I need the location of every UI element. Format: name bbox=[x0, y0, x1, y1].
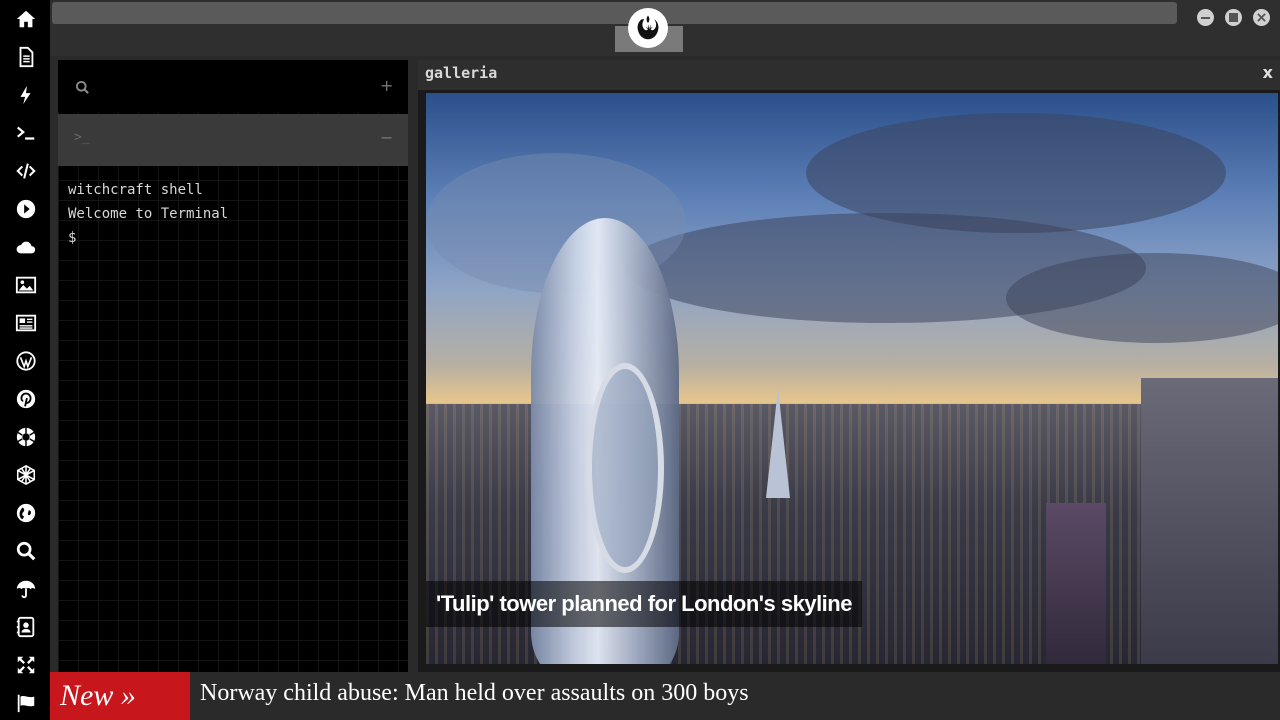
terminal-panel: + >_ − witchcraft shell Welcome to Termin… bbox=[58, 60, 408, 672]
maximize-button[interactable] bbox=[1225, 9, 1242, 26]
newspaper-icon[interactable] bbox=[13, 310, 39, 336]
terminal-search-bar[interactable]: + bbox=[58, 60, 408, 112]
image-icon[interactable] bbox=[13, 272, 39, 298]
terminal-icon[interactable] bbox=[13, 120, 39, 146]
shard-building bbox=[766, 388, 790, 498]
code-icon[interactable] bbox=[13, 158, 39, 184]
cloud-icon[interactable] bbox=[13, 234, 39, 260]
play-icon[interactable] bbox=[13, 196, 39, 222]
terminal-output[interactable]: witchcraft shell Welcome to Terminal $ bbox=[68, 178, 228, 250]
close-icon bbox=[1257, 13, 1266, 22]
terminal-prompt: $ bbox=[68, 230, 77, 246]
rebel-alliance-icon[interactable] bbox=[628, 8, 668, 48]
collapse-button[interactable]: − bbox=[380, 128, 393, 147]
ticker-label: New » bbox=[50, 672, 190, 720]
gallery-caption: 'Tulip' tower planned for London's skyli… bbox=[426, 581, 862, 627]
gallery-title: galleria bbox=[425, 64, 498, 82]
ticker-headline[interactable]: Norway child abuse: Man held over assaul… bbox=[200, 680, 749, 707]
aperture-icon[interactable] bbox=[13, 424, 39, 450]
tower-window bbox=[586, 363, 664, 573]
minimize-icon bbox=[1201, 16, 1210, 19]
minimize-button[interactable] bbox=[1197, 9, 1214, 26]
gallery-panel: galleria x 'Tulip' tower planned for Lon… bbox=[418, 60, 1280, 672]
search-icon[interactable] bbox=[13, 538, 39, 564]
umbrella-icon[interactable] bbox=[13, 576, 39, 602]
pinterest-icon[interactable] bbox=[13, 386, 39, 412]
maximize-icon bbox=[1229, 13, 1238, 22]
globe-mesh-icon[interactable] bbox=[13, 462, 39, 488]
contacts-icon[interactable] bbox=[13, 614, 39, 640]
terminal-line: Welcome to Terminal bbox=[68, 206, 229, 222]
gallery-image[interactable]: 'Tulip' tower planned for London's skyli… bbox=[426, 93, 1278, 664]
flag-icon[interactable] bbox=[13, 690, 39, 716]
expand-icon[interactable] bbox=[13, 652, 39, 678]
close-button[interactable] bbox=[1253, 9, 1270, 26]
window-titlebar bbox=[50, 0, 1280, 56]
lightning-icon[interactable] bbox=[13, 82, 39, 108]
search-icon[interactable] bbox=[75, 80, 90, 95]
document-icon[interactable] bbox=[13, 44, 39, 70]
app-sidebar bbox=[0, 0, 50, 720]
prompt-icon: >_ bbox=[74, 130, 90, 145]
address-bar[interactable] bbox=[52, 2, 1177, 24]
terminal-tab[interactable]: >_ − bbox=[58, 114, 408, 166]
gallery-header: galleria x bbox=[418, 60, 1280, 90]
home-icon[interactable] bbox=[13, 6, 39, 32]
gallery-close-button[interactable]: x bbox=[1263, 63, 1273, 82]
terminal-line: witchcraft shell bbox=[68, 182, 203, 198]
add-terminal-button[interactable]: + bbox=[380, 76, 393, 95]
earth-icon[interactable] bbox=[13, 500, 39, 526]
wordpress-icon[interactable] bbox=[13, 348, 39, 374]
news-ticker: New » Norway child abuse: Man held over … bbox=[50, 672, 1280, 720]
